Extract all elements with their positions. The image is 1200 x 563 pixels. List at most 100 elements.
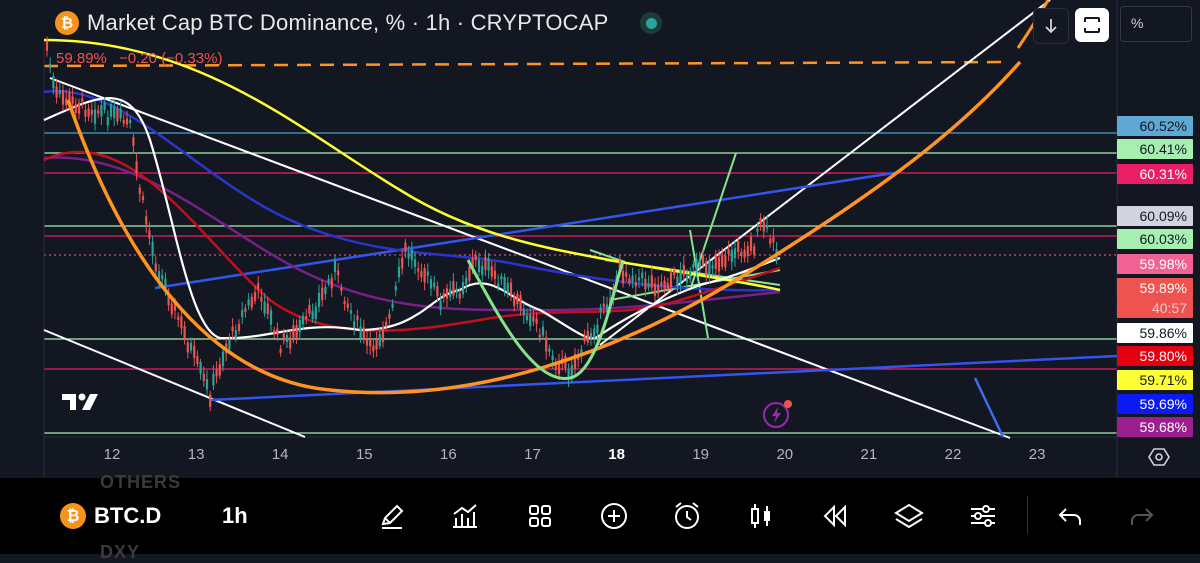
settings-sliders-icon[interactable] — [965, 500, 1001, 532]
candle-body — [481, 265, 484, 275]
chart-title[interactable]: Market Cap BTC Dominance, % · 1h · CRYPT… — [87, 10, 608, 36]
candle-body — [621, 270, 625, 284]
undo-icon[interactable] — [1052, 500, 1088, 532]
candle-body — [250, 296, 253, 308]
candle-body — [132, 137, 135, 146]
price-scale-label: 59.71% — [1117, 370, 1193, 390]
candle-body — [228, 339, 231, 350]
candle-body — [404, 242, 407, 252]
symbol-search-button[interactable]: ₿ BTC.D — [60, 503, 161, 529]
chart-title-row[interactable]: ₿ Market Cap BTC Dominance, % · 1h · CRY… — [55, 10, 663, 36]
candle-body — [749, 236, 753, 251]
candle-body — [637, 277, 641, 281]
price-chart[interactable] — [0, 0, 1200, 478]
candle-body — [500, 276, 503, 280]
candle-body — [346, 303, 349, 308]
candle-body — [465, 277, 468, 284]
candle-body — [772, 237, 775, 243]
candle-body — [589, 332, 593, 339]
candle-body — [676, 276, 679, 286]
candle-body — [673, 269, 676, 276]
candle-body — [356, 315, 359, 321]
chart-area[interactable]: ₿ Market Cap BTC Dominance, % · 1h · CRY… — [0, 0, 1200, 478]
time-axis-label: 17 — [524, 446, 541, 463]
candle-body — [401, 257, 404, 269]
candle-body — [602, 303, 605, 307]
candle-body — [410, 249, 413, 261]
redo-icon[interactable] — [1124, 500, 1160, 532]
candle-body — [692, 264, 695, 268]
candle-body — [641, 272, 644, 279]
alert-icon[interactable] — [669, 500, 705, 532]
time-axis-label: 14 — [271, 446, 289, 463]
price-scale-label: 59.80% — [1117, 346, 1193, 366]
scale-mode-input[interactable]: % — [1120, 6, 1192, 42]
candle-body — [545, 337, 548, 352]
candle-body — [708, 260, 711, 276]
candle-body — [375, 339, 378, 350]
chart-type-icon[interactable] — [743, 500, 779, 532]
tradingview-logo-icon — [60, 390, 108, 419]
replay-icon[interactable] — [817, 500, 853, 532]
candle-body — [161, 275, 164, 280]
candle-body — [145, 216, 148, 225]
candle-body — [196, 356, 199, 364]
candle-body — [698, 260, 701, 266]
candle-body — [679, 269, 682, 283]
candle-body — [445, 288, 449, 299]
layouts-icon[interactable] — [522, 500, 558, 532]
candle-body — [487, 258, 490, 271]
layers-icon[interactable] — [891, 500, 927, 532]
candle-body — [381, 327, 385, 342]
candle-body — [593, 328, 596, 339]
candle-body — [106, 116, 109, 126]
candle-body — [189, 342, 193, 351]
candle-body — [756, 228, 759, 232]
candle-body — [330, 277, 333, 289]
candle-body — [49, 63, 52, 68]
candle-body — [407, 253, 410, 259]
candle-body — [58, 90, 61, 95]
market-status-icon[interactable] — [640, 12, 663, 34]
candle-body — [538, 334, 541, 338]
time-axis-label: 23 — [1028, 446, 1046, 463]
candle-body — [340, 287, 343, 291]
candle-body — [285, 335, 289, 342]
candle-body — [212, 373, 215, 386]
interval-button[interactable]: 1h — [222, 503, 248, 529]
candle-body — [324, 286, 327, 295]
time-axis-label: 22 — [944, 446, 962, 463]
chart-settings-icon[interactable] — [1146, 444, 1172, 470]
candle-body — [721, 254, 724, 267]
candle-body — [221, 351, 225, 367]
candle-body — [769, 238, 772, 244]
add-icon[interactable] — [596, 500, 632, 532]
candle-body — [497, 283, 500, 287]
candle-body — [535, 318, 538, 324]
candle-body — [625, 272, 628, 277]
draw-icon[interactable] — [374, 500, 410, 532]
candle-body — [714, 255, 717, 270]
time-axis-label: 16 — [440, 446, 457, 463]
candle-body — [337, 270, 340, 276]
arrow-down-icon[interactable] — [1033, 8, 1069, 44]
candle-body — [631, 275, 634, 282]
candle-body — [125, 118, 129, 125]
candle-body — [81, 98, 84, 102]
candle-body — [353, 321, 356, 329]
candle-body — [359, 326, 362, 339]
indicators-icon[interactable] — [447, 500, 483, 532]
price-scale-label: 60.09% — [1117, 206, 1193, 226]
flash-icon[interactable] — [761, 398, 793, 430]
candle-body — [269, 310, 273, 325]
candle-body — [509, 282, 513, 295]
candle-body — [116, 108, 119, 122]
candle-body — [532, 315, 535, 322]
fullscreen-icon[interactable] — [1075, 8, 1109, 42]
candle-body — [234, 330, 237, 339]
candle-body — [45, 41, 49, 51]
candle-body — [93, 109, 97, 124]
candle-body — [113, 106, 116, 119]
candle-body — [753, 246, 756, 255]
candle-body — [596, 324, 599, 333]
